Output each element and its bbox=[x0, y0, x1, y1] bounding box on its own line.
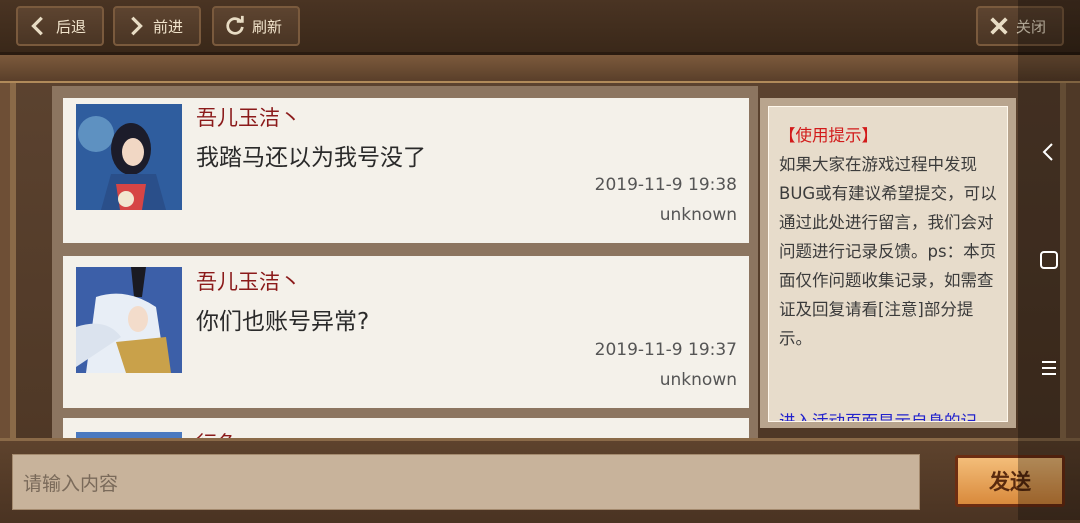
forward-label: 前进 bbox=[153, 17, 184, 36]
system-menu-icon[interactable] bbox=[1037, 356, 1061, 380]
message-card: 行鱼 bbox=[63, 418, 749, 438]
message-card: 吾儿玉洁丶 我踏马还以为我号没了 2019-11-9 19:38 unknown bbox=[63, 98, 749, 243]
tips-title: 【使用提示】 bbox=[779, 126, 878, 145]
avatar bbox=[76, 104, 182, 210]
message-username: 吾儿玉洁丶 bbox=[196, 106, 301, 130]
message-timestamp: 2019-11-9 19:37 bbox=[594, 340, 737, 360]
top-toolbar: 后退 前进 刷新 关闭 bbox=[0, 0, 1080, 55]
message-list[interactable]: 吾儿玉洁丶 我踏马还以为我号没了 2019-11-9 19:38 unknown… bbox=[52, 86, 758, 438]
message-timestamp: 2019-11-9 19:38 bbox=[594, 175, 737, 195]
bottom-input-bar: 请输入内容 发送 bbox=[0, 438, 1080, 523]
refresh-icon bbox=[226, 15, 244, 35]
avatar bbox=[76, 267, 182, 373]
refresh-button[interactable]: 刷新 bbox=[212, 6, 300, 46]
message-status: unknown bbox=[659, 370, 737, 390]
tips-body: 如果大家在游戏过程中发现BUG或有建议希望提交，可以通过此处进行留言，我们会对问… bbox=[779, 155, 997, 348]
frame-top-border bbox=[0, 55, 1080, 83]
close-x-icon bbox=[990, 17, 1008, 35]
system-back-icon[interactable] bbox=[1037, 140, 1061, 164]
back-button[interactable]: 后退 bbox=[16, 6, 104, 46]
refresh-label: 刷新 bbox=[252, 17, 283, 36]
system-navigation-bar bbox=[1018, 0, 1080, 520]
chevron-right-icon bbox=[131, 16, 143, 36]
message-input[interactable]: 请输入内容 bbox=[12, 454, 920, 510]
usage-tips-panel: 【使用提示】 如果大家在游戏过程中发现BUG或有建议希望提交，可以通过此处进行留… bbox=[760, 98, 1016, 428]
chevron-left-icon bbox=[31, 16, 43, 36]
message-status: unknown bbox=[659, 205, 737, 225]
message-username: 行鱼 bbox=[196, 428, 238, 438]
usage-tips-content[interactable]: 【使用提示】 如果大家在游戏过程中发现BUG或有建议希望提交，可以通过此处进行留… bbox=[768, 106, 1008, 422]
tips-link[interactable]: 进入活动页面显示自身的记 bbox=[779, 407, 977, 421]
message-text: 我踏马还以为我号没了 bbox=[196, 145, 426, 171]
message-text: 你们也账号异常? bbox=[196, 309, 370, 335]
message-card: 吾儿玉洁丶 你们也账号异常? 2019-11-9 19:37 unknown bbox=[63, 256, 749, 408]
message-input-placeholder: 请输入内容 bbox=[23, 472, 119, 495]
back-label: 后退 bbox=[56, 17, 87, 36]
message-username: 吾儿玉洁丶 bbox=[196, 270, 301, 294]
forward-button[interactable]: 前进 bbox=[113, 6, 201, 46]
system-home-icon[interactable] bbox=[1037, 248, 1061, 272]
